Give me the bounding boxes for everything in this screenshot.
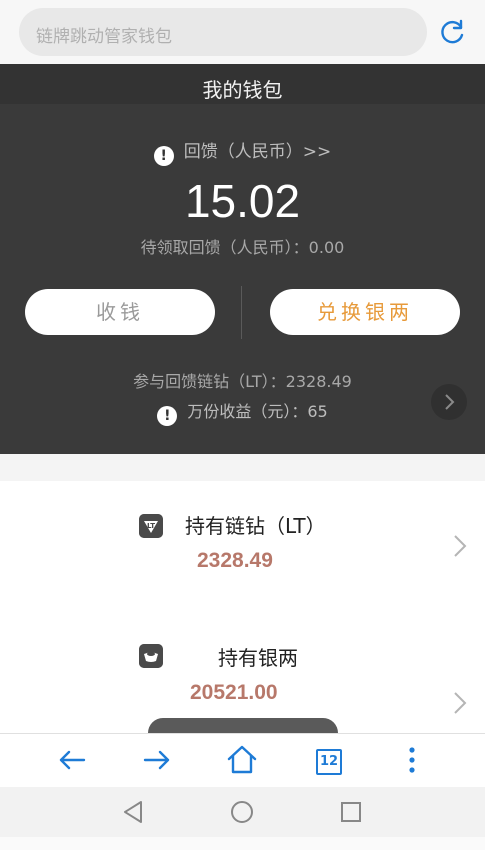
silver-ingot-icon: [139, 644, 163, 668]
tabs-count-button[interactable]: 12: [316, 749, 342, 775]
more-menu-icon[interactable]: [394, 742, 430, 778]
wallet-details-button[interactable]: [431, 384, 467, 420]
bottom-strip: [0, 837, 485, 850]
rebate-label: 回馈（人民币）>>: [183, 142, 332, 162]
button-divider: [241, 286, 242, 339]
browser-top-bar: 链牌跳动管家钱包: [0, 0, 485, 64]
info-icon: !: [157, 406, 178, 426]
receive-money-button[interactable]: 收钱: [25, 289, 215, 335]
nav-back-icon[interactable]: [121, 799, 147, 825]
asset-label: 持有银两: [218, 646, 298, 670]
search-placeholder: 链牌跳动管家钱包: [36, 27, 172, 47]
asset-list: LT 持有链钻（LT） 2328.49 持有银两 20521.00: [0, 481, 485, 733]
rebate-amount: 15.02: [184, 175, 301, 227]
browser-toolbar: 12: [0, 733, 485, 788]
wallet-panel: 我的钱包 ! 回馈（人民币）>> 15.02 待领取回馈（人民币）：0.00 收钱…: [0, 64, 485, 454]
system-nav-bar: [0, 787, 485, 837]
yield-row: ! 万份收益（元）：65: [0, 398, 485, 426]
exchange-silver-button[interactable]: 兑换银两: [270, 289, 460, 335]
chevron-right-icon: [454, 535, 467, 557]
lt-diamond-icon: LT: [139, 514, 163, 538]
nav-home-icon[interactable]: [229, 799, 255, 825]
rebate-link[interactable]: ! 回馈（人民币）>>: [0, 137, 485, 166]
chevron-right-icon: [454, 692, 467, 714]
home-icon[interactable]: [224, 742, 260, 778]
asset-value: 20521.00: [190, 681, 278, 704]
asset-label: 持有链钻（LT）: [185, 514, 326, 538]
forward-arrow-icon[interactable]: [139, 742, 175, 778]
lt-participation: 参与回馈链钻（LT）：2328.49: [133, 372, 352, 391]
info-icon: !: [153, 146, 174, 166]
asset-value: 2328.49: [197, 549, 273, 572]
refresh-icon[interactable]: [440, 19, 466, 45]
search-input[interactable]: 链牌跳动管家钱包: [19, 8, 427, 56]
nav-recents-icon[interactable]: [338, 799, 364, 825]
chevron-right-icon: [445, 394, 455, 410]
pending-rebate: 待领取回馈（人民币）：0.00: [140, 238, 345, 257]
page-title: 我的钱包: [202, 78, 283, 102]
back-arrow-icon[interactable]: [54, 742, 90, 778]
svg-text:LT: LT: [147, 522, 155, 530]
wallet-header: 我的钱包: [0, 64, 485, 104]
yield-label: 万份收益（元）：65: [187, 402, 328, 421]
